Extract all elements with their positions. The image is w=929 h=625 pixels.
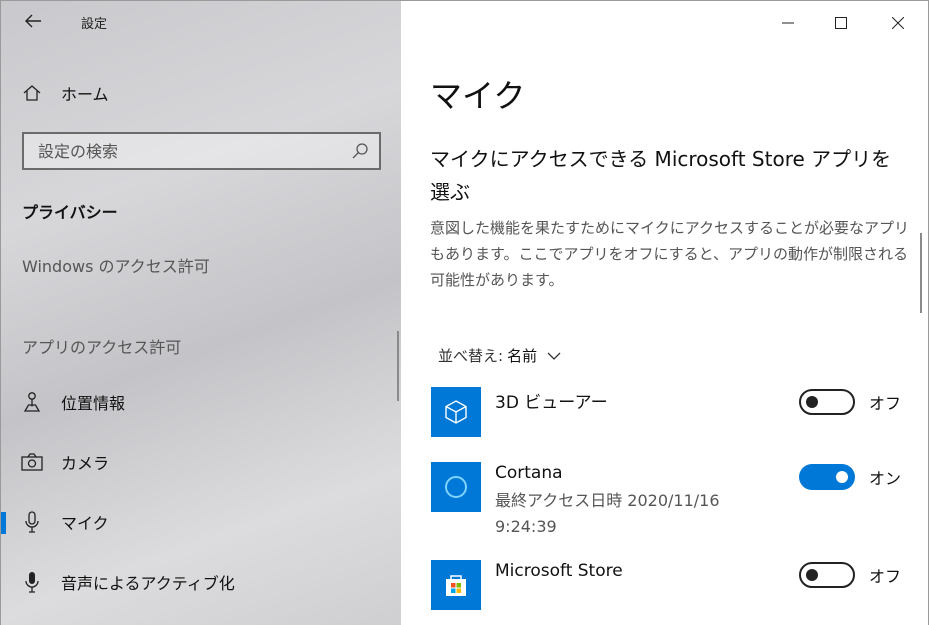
sidebar-item-voice-activation[interactable]: 音声によるアクティブ化 — [1, 562, 402, 602]
section-subtitle: マイクにアクセスできる Microsoft Store アプリを選ぶ — [430, 147, 892, 204]
close-button[interactable] — [883, 9, 913, 37]
toggle-3d-viewer[interactable] — [799, 389, 855, 415]
main-scrollbar[interactable] — [920, 233, 922, 313]
section-windows-permissions: Windows のアクセス許可 — [22, 257, 210, 276]
sidebar-item-label: 音声によるアクティブ化 — [61, 574, 235, 593]
sidebar-item-camera[interactable]: カメラ — [1, 442, 402, 482]
sidebar-item-label: ホーム — [61, 85, 109, 104]
maximize-button[interactable] — [826, 9, 856, 37]
location-icon — [21, 391, 43, 413]
search-input[interactable] — [24, 134, 344, 168]
sidebar-item-location[interactable]: 位置情報 — [1, 382, 402, 422]
chevron-down-icon — [547, 352, 561, 360]
toggle-state-label: オフ — [869, 394, 902, 413]
microsoft-store-app-icon — [431, 560, 481, 610]
camera-icon — [21, 451, 43, 473]
close-icon — [892, 17, 904, 29]
section-title-privacy: プライバシー — [22, 203, 118, 222]
toggle-cortana[interactable] — [799, 464, 855, 490]
sort-dropdown[interactable]: 並べ替え: 名前 — [438, 345, 561, 366]
app-name: Microsoft Store — [495, 561, 623, 581]
description: 意図した機能を果たすためにマイクにアクセスすることが必要なアプリもあります。ここ… — [430, 219, 909, 289]
toggle-microsoft-store[interactable] — [799, 562, 855, 588]
maximize-icon — [835, 17, 847, 29]
sidebar-item-label: 位置情報 — [61, 394, 126, 413]
app-last-access: 最終アクセス日時 2020/11/16 9:24:39 — [495, 491, 720, 536]
toggle-state-label: オン — [869, 469, 902, 488]
search-icon[interactable] — [351, 142, 369, 160]
page-title: マイク — [430, 77, 526, 115]
sidebar-item-label: マイク — [61, 514, 109, 533]
cortana-app-icon — [431, 462, 481, 512]
3d-viewer-app-icon — [431, 387, 481, 437]
section-app-permissions: アプリのアクセス許可 — [22, 338, 182, 357]
minimize-icon — [782, 22, 794, 24]
sort-label: 並べ替え: — [438, 347, 504, 365]
home-icon — [21, 82, 43, 104]
toggle-state-label: オフ — [869, 567, 902, 586]
main-panel: マイク マイクにアクセスできる Microsoft Store アプリを選ぶ 意… — [401, 0, 929, 625]
back-arrow-icon[interactable] — [23, 11, 43, 31]
sidebar: 設定 ホーム プライバシー Windows のアクセス許可 アプリのアクセス許可… — [0, 0, 401, 625]
sidebar-scrollbar[interactable] — [397, 331, 399, 401]
sidebar-item-home[interactable]: ホーム — [1, 73, 402, 113]
app-name: Cortana — [495, 463, 563, 483]
sidebar-item-label: カメラ — [61, 454, 110, 473]
sort-value: 名前 — [507, 347, 538, 365]
app-name: 3D ビューアー — [495, 393, 608, 413]
window-title: 設定 — [81, 17, 108, 32]
sidebar-item-microphone[interactable]: マイク — [1, 502, 402, 542]
minimize-button[interactable] — [773, 9, 803, 37]
microphone-icon — [21, 511, 43, 533]
voice-activation-icon — [21, 571, 43, 593]
search-field[interactable] — [22, 132, 381, 170]
